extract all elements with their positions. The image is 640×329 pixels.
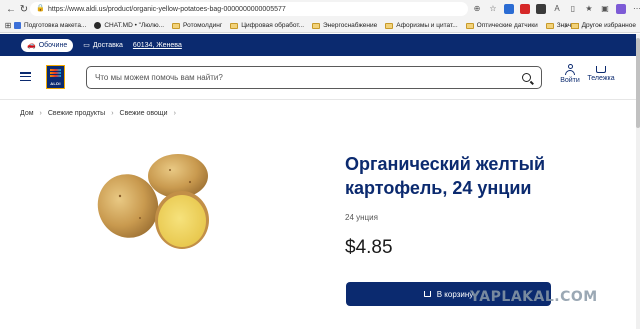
apps-icon[interactable]: ⊞ [2,18,14,34]
breadcrumb-home[interactable]: Дом [20,110,34,117]
chat-icon [94,22,102,29]
product-size: 24 унция [345,213,378,222]
user-icon [565,64,575,75]
scrollbar-thumb[interactable] [636,38,640,128]
other-bookmarks[interactable]: › Другое избранное [561,18,636,33]
bookmark-item[interactable]: Ротомолдинг [172,22,222,29]
zoom-icon[interactable]: ⊕ [472,4,482,14]
chevron-right-icon: › [563,20,568,31]
folder-icon [465,22,474,29]
breadcrumb-fresh-produce[interactable]: Свежие продукты [48,110,105,117]
split-icon[interactable]: ▯ [568,4,578,14]
cart-icon [423,291,431,297]
aldi-logo[interactable]: ALDI [46,65,65,89]
lock-icon: 🔒 [36,5,45,12]
car-icon: 🚗 [27,42,36,49]
folder-icon [545,22,554,29]
collections-icon[interactable]: ▣ [600,4,610,14]
search-icon[interactable] [522,73,531,82]
bookmark-item[interactable]: CHAT.MD • "Люлю... [94,22,164,29]
folder-icon [312,22,320,29]
url-text: https://www.aldi.us/product/organic-yell… [48,5,286,13]
watermark: YAPLAKAL.COM [470,289,598,305]
cart-button[interactable]: Тележка [587,64,615,92]
potato-half-flesh [158,195,206,247]
site-header: ALDI Что мы можем помочь вам найти? Войт… [0,56,636,100]
extension-icon[interactable] [504,4,514,14]
profile-icon[interactable] [616,4,626,14]
bookmark-item[interactable]: Афоризмы и цитат... [385,22,458,29]
extension-icon[interactable]: A [552,4,562,14]
bookmark-item[interactable]: Подготовка макета... [14,22,86,29]
bookmarks-bar: ⊞ Подготовка макета... CHAT.MD • "Люлю..… [0,18,640,33]
zip-location-link[interactable]: 60134, Женева [133,42,182,49]
star-icon[interactable]: ☆ [488,4,498,14]
truck-icon: ▭ [83,42,90,49]
favorites-icon[interactable]: ★ [584,4,594,14]
chevron-right-icon: › [173,110,176,117]
more-icon[interactable]: ⋯ [632,4,640,14]
bookmark-item[interactable]: Энергоснабжение [312,22,377,29]
search-input[interactable]: Что мы можем помочь вам найти? [86,66,542,89]
login-button[interactable]: Войти [556,64,584,92]
bookmark-item[interactable]: Цифровая обработ... [230,22,304,29]
breadcrumb-fresh-vegetables[interactable]: Свежие овощи [120,110,168,117]
doc-icon [14,22,21,29]
chevron-right-icon: › [111,110,114,117]
pickup-button[interactable]: 🚗 Обочине [21,38,74,52]
product-image [97,154,209,249]
product-title: Органический желтый картофель, 24 унции [345,154,546,198]
delivery-button[interactable]: ▭ Доставка [83,41,123,50]
folder-icon [385,22,394,29]
service-bar: 🚗 Обочине ▭ Доставка 60134, Женева [0,34,636,56]
logo-stripes [50,69,61,80]
breadcrumb: Дом › Свежие продукты › Свежие овощи › [20,110,176,117]
extension-icon[interactable] [536,4,546,14]
folder-icon [570,22,579,29]
folder-icon [230,22,239,29]
product-price: $4.85 [345,237,393,258]
address-row: ← ↻ 🔒 https://www.aldi.us/product/organi… [0,0,640,18]
browser-chrome: ← ↻ 🔒 https://www.aldi.us/product/organi… [0,0,640,33]
bookmark-item[interactable]: Оптические датчики [465,22,538,29]
extension-icon[interactable] [520,4,530,14]
page-scrollbar[interactable] [636,34,640,329]
toolbar-icons: ⊕ ☆ A ▯ ★ ▣ ⋯ [472,2,640,16]
chevron-right-icon: › [39,110,42,117]
folder-icon [172,22,181,29]
menu-icon[interactable] [20,72,31,81]
url-bar[interactable]: 🔒 https://www.aldi.us/product/organic-ye… [30,2,468,16]
cart-icon [596,66,606,73]
